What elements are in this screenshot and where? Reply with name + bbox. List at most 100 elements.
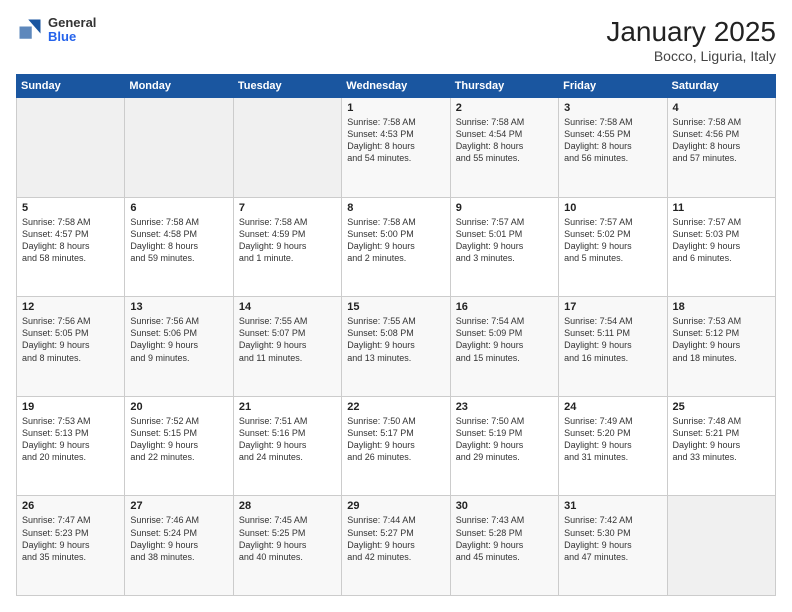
day-cell: 5 Sunrise: 7:58 AM Sunset: 4:57 PM Daylig… [17, 197, 125, 297]
day-number: 14 [239, 301, 336, 313]
day-cell: 24 Sunrise: 7:49 AM Sunset: 5:20 PM Dayli… [559, 396, 667, 496]
logo-icon [16, 16, 44, 44]
col-header-tuesday: Tuesday [233, 75, 341, 98]
day-cell: 26Sunrise: 7:47 AM Sunset: 5:23 PM Dayli… [17, 496, 125, 596]
col-header-friday: Friday [559, 75, 667, 98]
day-number: 29 [347, 500, 444, 512]
col-header-monday: Monday [125, 75, 233, 98]
cell-text: Sunrise: 7:50 AM Sunset: 5:19 PM Dayligh… [456, 415, 553, 464]
cell-text: Sunrise: 7:48 AM Sunset: 5:21 PM Dayligh… [673, 415, 770, 464]
logo-text: General Blue [48, 16, 96, 45]
day-cell: 1 Sunrise: 7:58 AM Sunset: 4:53 PM Daylig… [342, 98, 450, 198]
day-number: 7 [239, 202, 336, 214]
day-cell: 28Sunrise: 7:45 AM Sunset: 5:25 PM Dayli… [233, 496, 341, 596]
day-number: 10 [564, 202, 661, 214]
cell-text: Sunrise: 7:58 AM Sunset: 4:57 PM Dayligh… [22, 216, 119, 265]
cell-text: Sunrise: 7:56 AM Sunset: 5:06 PM Dayligh… [130, 315, 227, 364]
day-cell: 20 Sunrise: 7:52 AM Sunset: 5:15 PM Dayli… [125, 396, 233, 496]
day-cell: 13 Sunrise: 7:56 AM Sunset: 5:06 PM Dayli… [125, 297, 233, 397]
cell-text: Sunrise: 7:52 AM Sunset: 5:15 PM Dayligh… [130, 415, 227, 464]
day-cell: 6 Sunrise: 7:58 AM Sunset: 4:58 PM Daylig… [125, 197, 233, 297]
calendar-subtitle: Bocco, Liguria, Italy [606, 48, 776, 64]
col-header-thursday: Thursday [450, 75, 558, 98]
day-cell: 2Sunrise: 7:58 AM Sunset: 4:54 PM Daylig… [450, 98, 558, 198]
day-number: 17 [564, 301, 661, 313]
cell-text: Sunrise: 7:58 AM Sunset: 4:56 PM Dayligh… [673, 116, 770, 165]
day-cell: 23Sunrise: 7:50 AM Sunset: 5:19 PM Dayli… [450, 396, 558, 496]
cell-text: Sunrise: 7:58 AM Sunset: 4:55 PM Dayligh… [564, 116, 661, 165]
day-number: 30 [456, 500, 553, 512]
cell-text: Sunrise: 7:46 AM Sunset: 5:24 PM Dayligh… [130, 514, 227, 563]
col-header-wednesday: Wednesday [342, 75, 450, 98]
day-number: 9 [456, 202, 553, 214]
logo-general-text: General [48, 16, 96, 30]
day-cell: 17Sunrise: 7:54 AM Sunset: 5:11 PM Dayli… [559, 297, 667, 397]
calendar-body: 1 Sunrise: 7:58 AM Sunset: 4:53 PM Daylig… [17, 98, 776, 596]
day-number: 3 [564, 102, 661, 114]
day-number: 22 [347, 401, 444, 413]
day-number: 5 [22, 202, 119, 214]
col-header-saturday: Saturday [667, 75, 775, 98]
day-number: 12 [22, 301, 119, 313]
day-number: 31 [564, 500, 661, 512]
cell-text: Sunrise: 7:42 AM Sunset: 5:30 PM Dayligh… [564, 514, 661, 563]
header: General Blue January 2025 Bocco, Liguria… [16, 16, 776, 64]
calendar-header: SundayMondayTuesdayWednesdayThursdayFrid… [17, 75, 776, 98]
day-number: 20 [130, 401, 227, 413]
day-cell: 30Sunrise: 7:43 AM Sunset: 5:28 PM Dayli… [450, 496, 558, 596]
cell-text: Sunrise: 7:51 AM Sunset: 5:16 PM Dayligh… [239, 415, 336, 464]
day-cell: 7Sunrise: 7:58 AM Sunset: 4:59 PM Daylig… [233, 197, 341, 297]
day-cell [17, 98, 125, 198]
cell-text: Sunrise: 7:58 AM Sunset: 4:58 PM Dayligh… [130, 216, 227, 265]
day-number: 4 [673, 102, 770, 114]
day-cell: 3 Sunrise: 7:58 AM Sunset: 4:55 PM Daylig… [559, 98, 667, 198]
day-number: 1 [347, 102, 444, 114]
day-cell: 22 Sunrise: 7:50 AM Sunset: 5:17 PM Dayli… [342, 396, 450, 496]
day-cell: 29 Sunrise: 7:44 AM Sunset: 5:27 PM Dayli… [342, 496, 450, 596]
header-row: SundayMondayTuesdayWednesdayThursdayFrid… [17, 75, 776, 98]
day-cell: 21Sunrise: 7:51 AM Sunset: 5:16 PM Dayli… [233, 396, 341, 496]
day-number: 13 [130, 301, 227, 313]
day-cell: 8Sunrise: 7:58 AM Sunset: 5:00 PM Daylig… [342, 197, 450, 297]
cell-text: Sunrise: 7:55 AM Sunset: 5:07 PM Dayligh… [239, 315, 336, 364]
day-cell: 9Sunrise: 7:57 AM Sunset: 5:01 PM Daylig… [450, 197, 558, 297]
cell-text: Sunrise: 7:49 AM Sunset: 5:20 PM Dayligh… [564, 415, 661, 464]
cell-text: Sunrise: 7:44 AM Sunset: 5:27 PM Dayligh… [347, 514, 444, 563]
day-cell: 12 Sunrise: 7:56 AM Sunset: 5:05 PM Dayli… [17, 297, 125, 397]
page: General Blue January 2025 Bocco, Liguria… [0, 0, 792, 612]
cell-text: Sunrise: 7:56 AM Sunset: 5:05 PM Dayligh… [22, 315, 119, 364]
cell-text: Sunrise: 7:45 AM Sunset: 5:25 PM Dayligh… [239, 514, 336, 563]
day-cell: 16 Sunrise: 7:54 AM Sunset: 5:09 PM Dayli… [450, 297, 558, 397]
logo: General Blue [16, 16, 96, 45]
logo-blue-text: Blue [48, 30, 96, 44]
week-row-1: 1 Sunrise: 7:58 AM Sunset: 4:53 PM Daylig… [17, 98, 776, 198]
day-cell: 11 Sunrise: 7:57 AM Sunset: 5:03 PM Dayli… [667, 197, 775, 297]
week-row-2: 5 Sunrise: 7:58 AM Sunset: 4:57 PM Daylig… [17, 197, 776, 297]
cell-text: Sunrise: 7:53 AM Sunset: 5:12 PM Dayligh… [673, 315, 770, 364]
week-row-4: 19Sunrise: 7:53 AM Sunset: 5:13 PM Dayli… [17, 396, 776, 496]
day-cell: 27Sunrise: 7:46 AM Sunset: 5:24 PM Dayli… [125, 496, 233, 596]
day-cell [125, 98, 233, 198]
cell-text: Sunrise: 7:50 AM Sunset: 5:17 PM Dayligh… [347, 415, 444, 464]
day-cell [233, 98, 341, 198]
cell-text: Sunrise: 7:58 AM Sunset: 5:00 PM Dayligh… [347, 216, 444, 265]
cell-text: Sunrise: 7:57 AM Sunset: 5:02 PM Dayligh… [564, 216, 661, 265]
day-number: 16 [456, 301, 553, 313]
cell-text: Sunrise: 7:47 AM Sunset: 5:23 PM Dayligh… [22, 514, 119, 563]
cell-text: Sunrise: 7:53 AM Sunset: 5:13 PM Dayligh… [22, 415, 119, 464]
cell-text: Sunrise: 7:57 AM Sunset: 5:03 PM Dayligh… [673, 216, 770, 265]
week-row-3: 12 Sunrise: 7:56 AM Sunset: 5:05 PM Dayli… [17, 297, 776, 397]
day-number: 6 [130, 202, 227, 214]
col-header-sunday: Sunday [17, 75, 125, 98]
calendar-table: SundayMondayTuesdayWednesdayThursdayFrid… [16, 74, 776, 596]
day-number: 25 [673, 401, 770, 413]
day-cell: 18 Sunrise: 7:53 AM Sunset: 5:12 PM Dayli… [667, 297, 775, 397]
cell-text: Sunrise: 7:54 AM Sunset: 5:09 PM Dayligh… [456, 315, 553, 364]
day-number: 18 [673, 301, 770, 313]
cell-text: Sunrise: 7:58 AM Sunset: 4:53 PM Dayligh… [347, 116, 444, 165]
day-cell: 25 Sunrise: 7:48 AM Sunset: 5:21 PM Dayli… [667, 396, 775, 496]
day-number: 15 [347, 301, 444, 313]
day-number: 11 [673, 202, 770, 214]
day-cell [667, 496, 775, 596]
day-number: 24 [564, 401, 661, 413]
